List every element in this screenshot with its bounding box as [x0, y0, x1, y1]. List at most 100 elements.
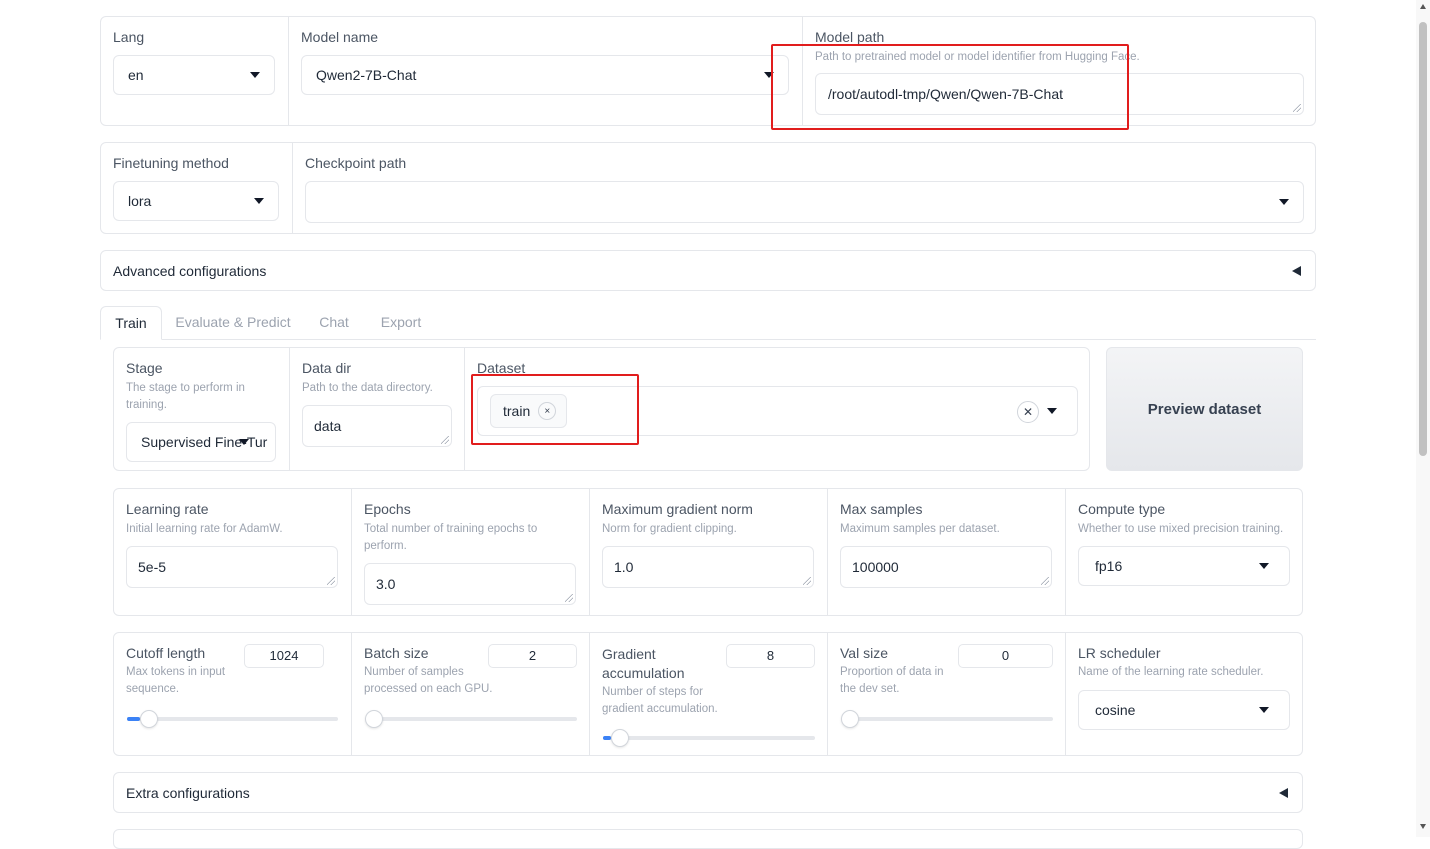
tab-evaluate-predict[interactable]: Evaluate & Predict [170, 304, 296, 340]
cutoff-length-number[interactable]: 1024 [244, 644, 324, 668]
clear-icon[interactable]: ✕ [1017, 401, 1039, 423]
resize-handle-icon[interactable] [565, 594, 573, 602]
slider-handle[interactable] [841, 710, 859, 728]
grad-accum-label: Gradient accumulation [602, 646, 685, 681]
preview-dataset-label: Preview dataset [1147, 400, 1262, 418]
slider-fill [127, 717, 140, 721]
chevron-down-icon [250, 72, 260, 78]
lang-label: Lang [113, 29, 145, 45]
scroll-down-icon[interactable] [1420, 824, 1426, 829]
slider-handle[interactable] [365, 710, 383, 728]
slider-fill [603, 736, 612, 740]
val-size-label: Val size [840, 645, 888, 661]
data-dir-label: Data dir [302, 360, 352, 376]
learning-rate-block: Learning rate Initial learning rate for … [114, 489, 351, 615]
compute-type-value: fp16 [1095, 558, 1123, 574]
max-samples-input[interactable]: 100000 [840, 546, 1052, 588]
resize-handle-icon[interactable] [327, 577, 335, 585]
max-samples-value: 100000 [852, 559, 899, 575]
stage-info: The stage to perform in training. [126, 382, 245, 411]
extra-accordion[interactable]: Extra configurations [113, 772, 1303, 813]
scrollbar[interactable] [1416, 0, 1430, 837]
max-grad-norm-label: Maximum gradient norm [602, 501, 753, 517]
sliders-panel: Cutoff length Max tokens in input sequen… [113, 632, 1303, 756]
val-size-number[interactable]: 0 [958, 644, 1053, 668]
highlight-dataset [471, 374, 639, 445]
epochs-input[interactable]: 3.0 [364, 563, 576, 605]
batch-size-block: Batch size Number of samples processed o… [351, 633, 589, 755]
cutoff-length-slider[interactable] [127, 710, 338, 728]
slider-handle[interactable] [611, 729, 630, 747]
learning-rate-label: Learning rate [126, 501, 209, 517]
val-size-slider[interactable] [841, 710, 1053, 728]
stage-label: Stage [126, 360, 163, 376]
lang-dropdown[interactable]: en [113, 55, 275, 95]
stage-block: Stage The stage to perform in training. … [114, 348, 289, 470]
batch-size-slider[interactable] [365, 710, 577, 728]
resize-handle-icon[interactable] [1293, 104, 1301, 112]
stage-dropdown[interactable]: Supervised Fine-Tur [126, 422, 276, 462]
compute-type-dropdown[interactable]: fp16 [1078, 546, 1290, 586]
tab-export[interactable]: Export [372, 304, 430, 340]
preview-dataset-button[interactable]: Preview dataset [1106, 347, 1303, 471]
resize-handle-icon[interactable] [803, 577, 811, 585]
finetuning-label: Finetuning method [113, 155, 229, 171]
data-dir-block: Data dir Path to the data directory. dat… [289, 348, 464, 470]
finetuning-dropdown[interactable]: lora [113, 181, 279, 221]
collapse-arrow-icon [1292, 266, 1301, 276]
lr-scheduler-label: LR scheduler [1078, 645, 1161, 661]
scroll-up-icon[interactable] [1420, 4, 1426, 9]
epochs-block: Epochs Total number of training epochs t… [351, 489, 589, 615]
lr-scheduler-value: cosine [1095, 702, 1136, 718]
chevron-down-icon [1259, 563, 1269, 569]
finetuning-value: lora [128, 193, 152, 209]
epochs-info: Total number of training epochs to perfo… [364, 523, 538, 552]
tab-train[interactable]: Train [100, 306, 162, 340]
model-name-block: Model name Qwen2-7B-Chat [288, 17, 802, 125]
lr-scheduler-block: LR scheduler Name of the learning rate s… [1065, 633, 1302, 755]
finetuning-block: Finetuning method lora [101, 143, 292, 233]
chevron-down-icon [1259, 707, 1269, 713]
model-settings-panel: Lang en Model name Qwen2-7B-Chat Model p… [100, 16, 1316, 126]
cutoff-length-block: Cutoff length Max tokens in input sequen… [114, 633, 351, 755]
highlight-model-path [771, 44, 1129, 130]
batch-size-number[interactable]: 2 [488, 644, 577, 668]
model-name-value: Qwen2-7B-Chat [316, 67, 417, 83]
grad-accum-slider[interactable] [603, 729, 815, 747]
chevron-down-icon [1279, 199, 1289, 205]
grad-accum-block: Gradient accumulation Number of steps fo… [589, 633, 827, 755]
slider-handle[interactable] [139, 710, 158, 728]
chevron-down-icon [239, 439, 249, 445]
max-grad-norm-input[interactable]: 1.0 [602, 546, 814, 588]
epochs-label: Epochs [364, 501, 411, 517]
batch-size-label: Batch size [364, 645, 429, 661]
extra-label: Extra configurations [126, 785, 250, 801]
grad-accum-number[interactable]: 8 [726, 644, 815, 668]
checkpoint-dropdown[interactable] [305, 181, 1304, 223]
cutoff-length-label: Cutoff length [126, 645, 206, 661]
collapse-arrow-icon [1279, 788, 1288, 798]
lang-block: Lang en [101, 17, 288, 125]
resize-handle-icon[interactable] [1041, 577, 1049, 585]
data-dir-value: data [314, 418, 342, 434]
max-grad-norm-block: Maximum gradient norm Norm for gradient … [589, 489, 827, 615]
model-name-label: Model name [301, 29, 379, 45]
compute-type-label: Compute type [1078, 501, 1166, 517]
compute-type-info: Whether to use mixed precision training. [1078, 523, 1284, 535]
epochs-value: 3.0 [376, 576, 396, 592]
advanced-accordion[interactable]: Advanced configurations [100, 250, 1316, 291]
tab-chat[interactable]: Chat [310, 304, 358, 340]
scrollbar-thumb[interactable] [1419, 22, 1427, 456]
max-grad-norm-value: 1.0 [614, 559, 634, 575]
learning-rate-value: 5e-5 [138, 559, 167, 575]
resize-handle-icon[interactable] [441, 436, 449, 444]
learning-rate-input[interactable]: 5e-5 [126, 546, 338, 588]
lr-scheduler-dropdown[interactable]: cosine [1078, 690, 1290, 730]
chevron-down-icon [254, 198, 264, 204]
max-grad-norm-info: Norm for gradient clipping. [602, 523, 737, 535]
lang-value: en [128, 67, 144, 83]
model-name-dropdown[interactable]: Qwen2-7B-Chat [301, 55, 789, 95]
data-dir-input[interactable]: data [302, 405, 452, 447]
max-samples-label: Max samples [840, 501, 923, 517]
model-path-label: Model path [815, 29, 885, 45]
